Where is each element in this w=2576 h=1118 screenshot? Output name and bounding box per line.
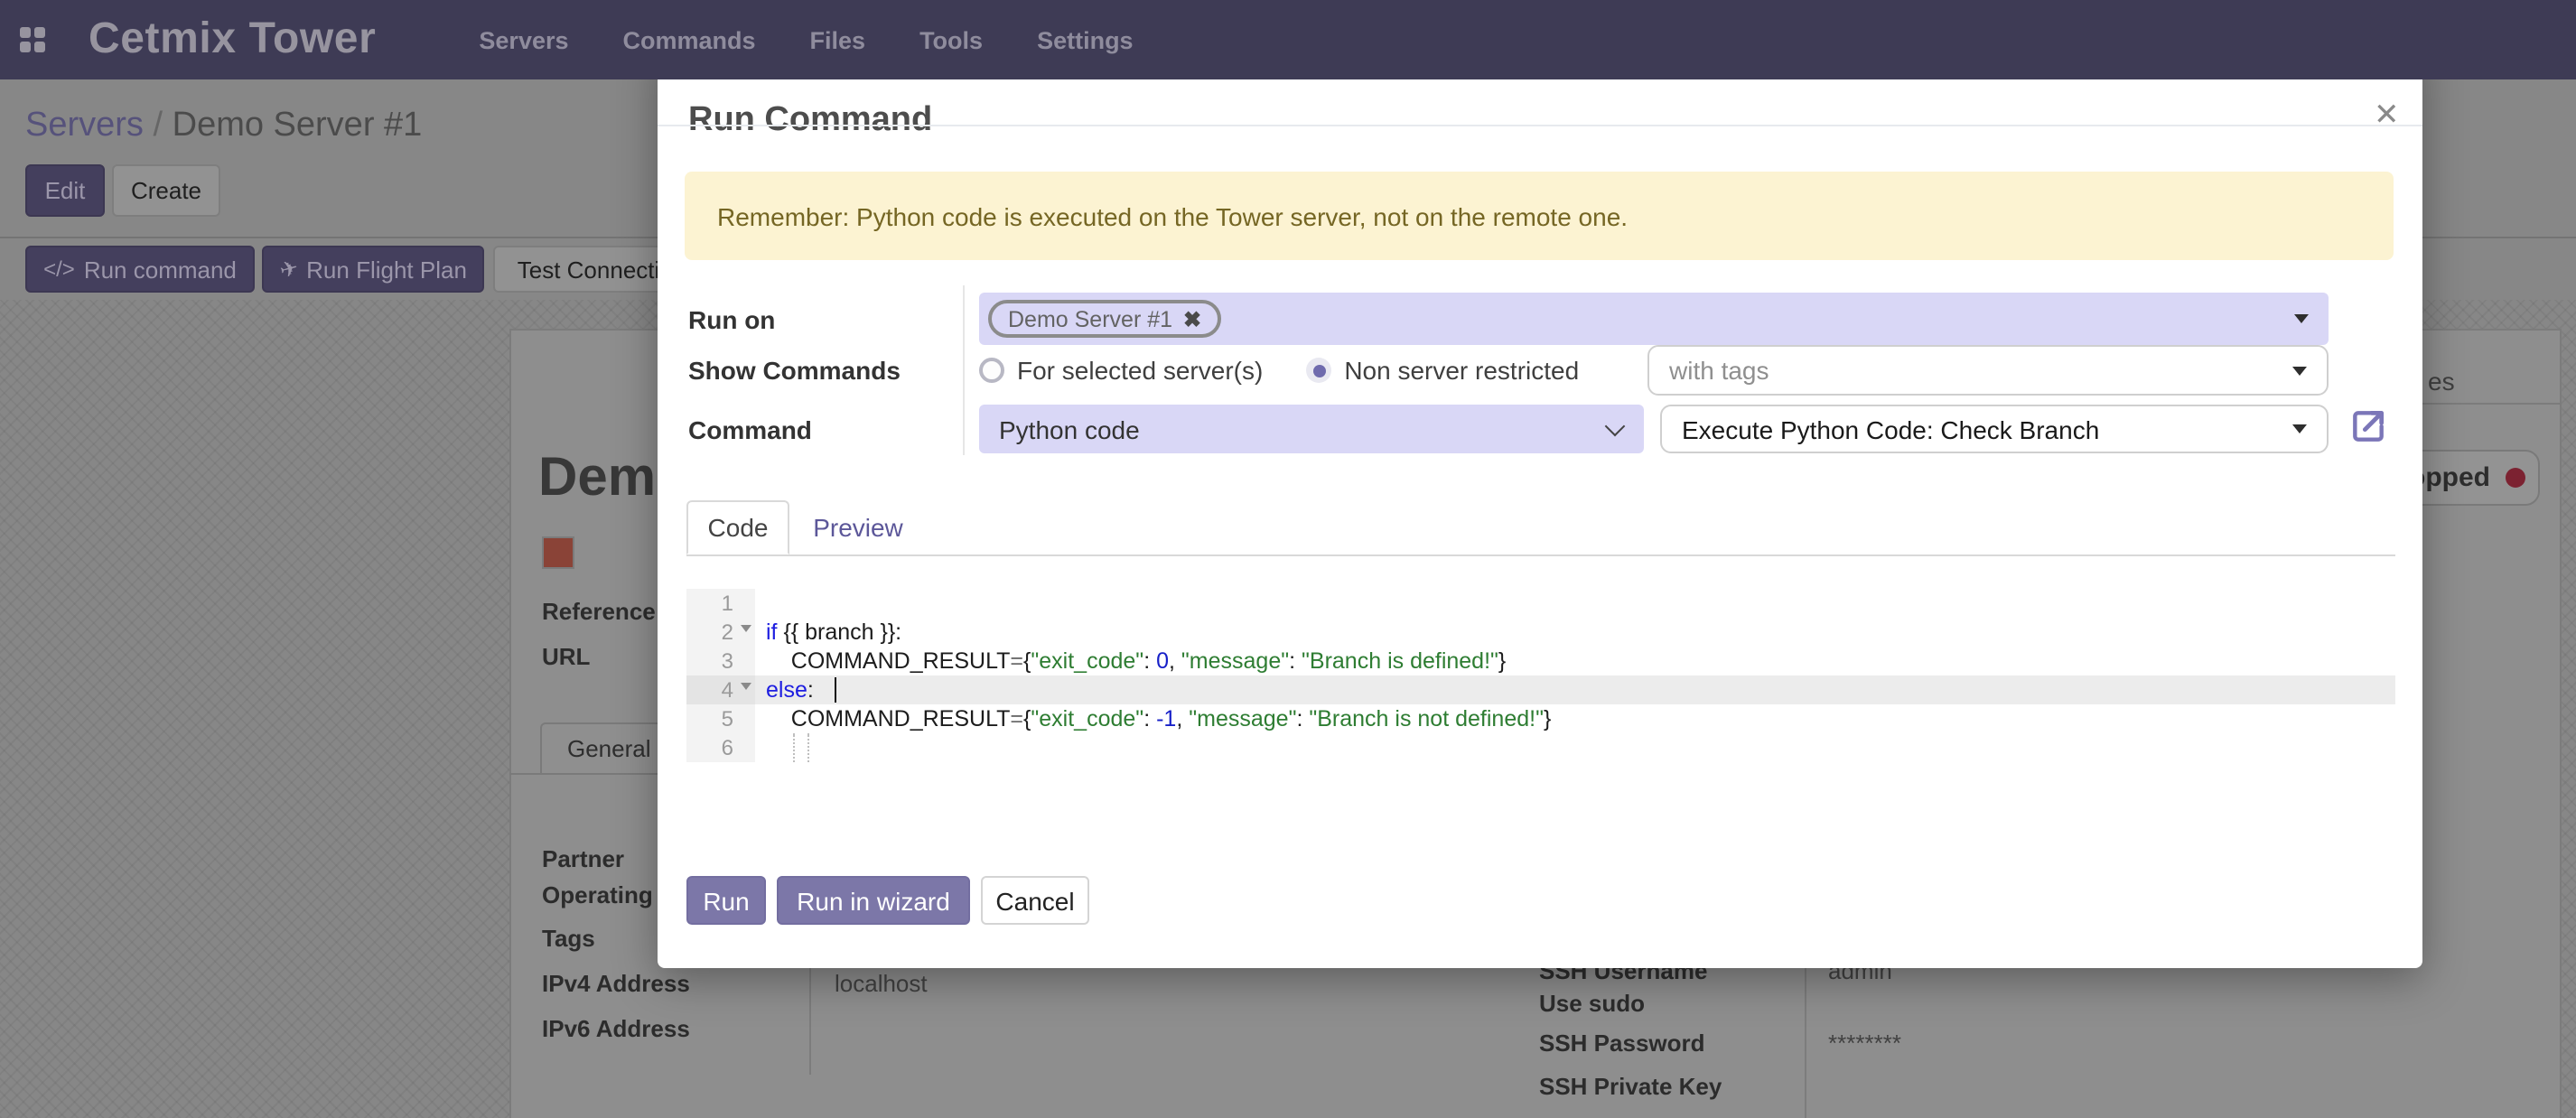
radio-option[interactable]: Non server restricted — [1306, 356, 1579, 385]
command-select[interactable]: Execute Python Code: Check Branch — [1660, 405, 2329, 453]
run-button-label: Run — [703, 886, 749, 915]
code-line-1 — [755, 589, 2395, 618]
command-label: Command — [688, 415, 812, 444]
nav-item-commands[interactable]: Commands — [623, 26, 756, 53]
edit-button[interactable]: Edit — [25, 164, 105, 217]
with-tags-select[interactable]: with tags — [1647, 345, 2329, 396]
warning-alert-text: Remember: Python code is executed on the… — [717, 201, 1628, 230]
breadcrumb-current: Demo Server #1 — [173, 107, 423, 144]
field-value: localhost — [835, 970, 928, 997]
run-command-button[interactable]: </> Run command — [25, 246, 255, 293]
cancel-button-label: Cancel — [995, 886, 1074, 915]
run-command-modal: Run Command ✕ Remember: Python code is e… — [658, 40, 2422, 968]
gutter-line-2: 2 — [686, 618, 755, 647]
radio-option[interactable]: For selected server(s) — [979, 356, 1263, 385]
editor-gutter: 123456 — [686, 589, 755, 762]
field-label: Use sudo — [1539, 990, 1645, 1017]
gutter-line-4: 4 — [686, 675, 755, 704]
gutter-line-6: 6 — [686, 733, 755, 762]
command-select-value: Execute Python Code: Check Branch — [1682, 415, 2099, 443]
dropdown-caret-icon — [2292, 424, 2307, 433]
server-color-swatch[interactable] — [542, 536, 574, 569]
nav-item-servers[interactable]: Servers — [479, 26, 568, 53]
main-menu: Servers Commands Files Tools Settings — [479, 26, 1133, 53]
radio-unselected-icon[interactable] — [979, 358, 1004, 383]
tab-code[interactable]: Code — [686, 500, 789, 554]
tag-remove-icon[interactable]: ✖ — [1183, 306, 1201, 331]
nav-item-tools[interactable]: Tools — [919, 26, 983, 53]
plane-icon: ✈ — [276, 255, 301, 284]
run-command-label: Run command — [84, 256, 237, 283]
command-type-select[interactable]: Python code — [979, 405, 1644, 453]
show-commands-options: For selected server(s) Non server restric… — [979, 345, 1604, 396]
app-brand[interactable]: Cetmix Tower — [89, 14, 376, 65]
code-icon: </> — [43, 256, 75, 282]
with-tags-placeholder: with tags — [1669, 356, 1769, 385]
breadcrumb-separator: / — [154, 107, 163, 144]
server-tag-label: Demo Server #1 — [1008, 306, 1172, 331]
field-label: SSH Private Key — [1539, 1073, 1722, 1100]
warning-alert: Remember: Python code is executed on the… — [685, 172, 2394, 260]
server-tag[interactable]: Demo Server #1 ✖ — [988, 300, 1221, 338]
run-in-wizard-button[interactable]: Run in wizard — [777, 876, 970, 925]
radio-option-label: Non server restricted — [1344, 356, 1579, 385]
field-label: SSH Password — [1539, 1029, 1705, 1057]
nav-item-files[interactable]: Files — [810, 26, 866, 53]
chevron-down-icon — [1605, 415, 1626, 436]
code-line-6 — [755, 733, 2395, 762]
show-commands-label: Show Commands — [688, 356, 901, 385]
edit-button-label: Edit — [45, 177, 86, 204]
dropdown-caret-icon — [2292, 366, 2307, 375]
create-button[interactable]: Create — [112, 164, 220, 217]
gutter-line-1: 1 — [686, 589, 755, 618]
tab-general-label: General — [567, 735, 651, 762]
run-on-field[interactable]: Demo Server #1 ✖ — [979, 293, 2329, 345]
breadcrumb: Servers / Demo Server #1 — [25, 107, 422, 146]
field-label: URL — [542, 643, 590, 670]
run-on-label: Run on — [688, 305, 775, 334]
gutter-line-5: 5 — [686, 704, 755, 733]
code-line-2: if {{ branch }}: — [755, 618, 2395, 647]
text-cursor — [834, 677, 836, 703]
nav-item-settings[interactable]: Settings — [1037, 26, 1134, 53]
command-type-value: Python code — [999, 415, 1140, 443]
field-value: ******** — [1828, 1029, 1901, 1057]
card-header-text-fragment: es — [2428, 367, 2455, 396]
modal-title: Run Command — [688, 101, 932, 141]
form-label-divider — [963, 285, 965, 455]
cancel-button[interactable]: Cancel — [981, 876, 1089, 925]
field-label: Tags — [542, 925, 595, 952]
field-label: IPv6 Address — [542, 1015, 690, 1042]
status-dot-icon — [2505, 468, 2525, 488]
breadcrumb-servers-link[interactable]: Servers — [25, 107, 144, 144]
field-label: IPv4 Address — [542, 970, 690, 997]
fold-caret-icon[interactable] — [741, 625, 751, 632]
tab-preview[interactable]: Preview — [802, 500, 914, 554]
tabs-underline — [686, 554, 2395, 555]
run-flight-plan-label: Run Flight Plan — [306, 256, 467, 283]
radio-option-label: For selected server(s) — [1017, 356, 1263, 385]
apps-grid-icon[interactable] — [20, 26, 47, 53]
run-in-wizard-label: Run in wizard — [797, 886, 950, 915]
code-line-4: else: — [755, 675, 2395, 704]
code-editor[interactable]: 123456 if {{ branch }}: COMMAND_RESULT={… — [686, 589, 2395, 762]
gutter-line-3: 3 — [686, 647, 755, 675]
external-link-icon[interactable] — [2348, 406, 2388, 446]
field-label: Partner — [542, 845, 624, 872]
fold-caret-icon[interactable] — [741, 683, 751, 690]
run-flight-plan-button[interactable]: ✈ Run Flight Plan — [262, 246, 484, 293]
modal-header-divider — [658, 125, 2422, 126]
field-label: Reference — [542, 598, 656, 625]
create-button-label: Create — [131, 177, 201, 204]
run-button[interactable]: Run — [686, 876, 766, 925]
radio-selected-icon[interactable] — [1306, 358, 1331, 383]
top-navbar: Cetmix Tower ServersCommandsFilesToolsSe… — [0, 0, 2576, 79]
dropdown-caret-icon — [2294, 314, 2309, 323]
code-line-3: COMMAND_RESULT={"exit_code": 0, "message… — [755, 647, 2395, 675]
code-line-5: COMMAND_RESULT={"exit_code": -1, "messag… — [755, 704, 2395, 733]
